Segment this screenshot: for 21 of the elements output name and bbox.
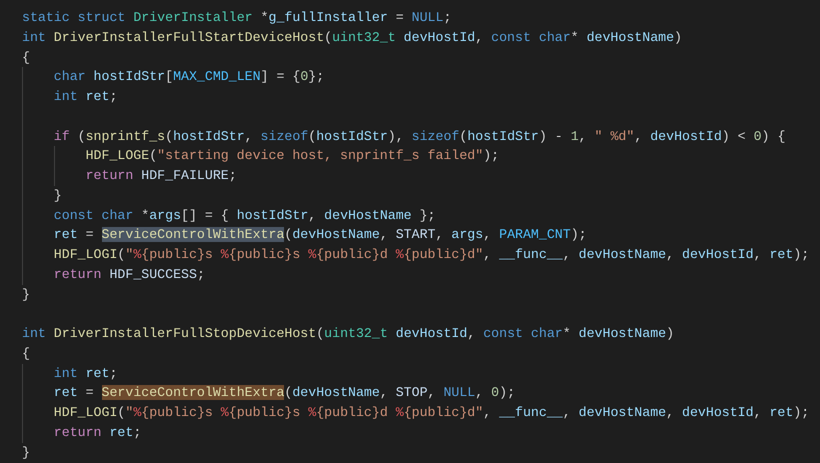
code-line: } — [54, 186, 62, 205]
code-line: int ret; — [54, 88, 118, 106]
code-line: } — [22, 444, 30, 462]
code-line: int DriverInstallerFullStartDeviceHost(uint32_t devHostId, const char* devHostName) — [22, 28, 682, 47]
code-line: } — [22, 286, 30, 304]
code-line: char hostIdStr[MAX_CMD_LEN] = {0}; — [54, 68, 324, 86]
code-line: { — [22, 344, 30, 363]
code-line: static struct DriverInstaller *g_fullInstaller = NULL; — [22, 9, 452, 27]
code-line: int DriverInstallerFullStopDeviceHost(uint32_t devHostId, const char* devHostName) — [22, 325, 674, 343]
code-line: if (snprintf_s(hostIdStr, sizeof(hostIdStr), sizeof(hostIdStr) - 1, " %d", devHostId) < 0) { — [54, 128, 786, 146]
code-line: return ret; — [54, 424, 142, 442]
code-line: { — [22, 48, 30, 66]
code-line: ret = ServiceControlWithExtra(devHostName, START, args, PARAM_CNT); — [54, 226, 587, 244]
code-line: return HDF_FAILURE; — [86, 167, 237, 185]
code-line: ret = ServiceControlWithExtra(devHostName, STOP, NULL, 0); — [54, 384, 516, 402]
code-line: return HDF_SUCCESS; — [54, 266, 205, 284]
code-line: int ret; — [54, 364, 118, 382]
code-line: const char *args[] = { hostIdStr, devHostName }; — [54, 206, 436, 224]
code-line: HDF_LOGI("%{public}s %{public}s %{public}d %{public}d", __func__, devHostName, devHostId, ret); — [54, 246, 810, 264]
code-line: HDF_LOGE("starting device host, snprintf_s failed"); — [86, 147, 500, 166]
code-line: HDF_LOGI("%{public}s %{public}s %{public}d %{public}d", __func__, devHostName, devHostId, ret); — [54, 404, 810, 422]
